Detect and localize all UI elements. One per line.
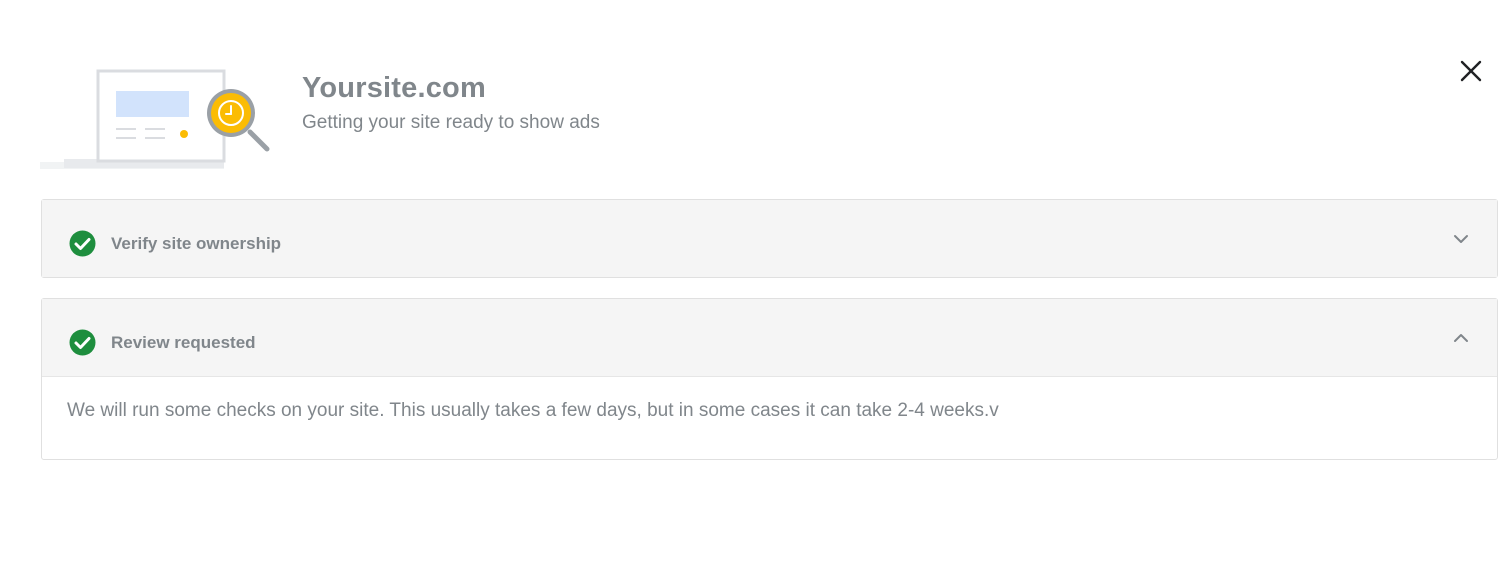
- page-title: Yoursite.com: [302, 72, 486, 104]
- step-label: Verify site ownership: [111, 234, 282, 253]
- step-label: Review requested: [111, 333, 256, 352]
- step-description: We will run some checks on your site. Th…: [67, 400, 999, 421]
- step-panel-review-requested: Review requested We will run some checks…: [41, 298, 1498, 460]
- close-icon: [1460, 60, 1482, 82]
- close-button[interactable]: [1454, 56, 1488, 90]
- chevron-up-icon[interactable]: [1450, 327, 1472, 349]
- chevron-down-icon[interactable]: [1450, 228, 1472, 250]
- site-setup-dialog: Yoursite.com Getting your site ready to …: [0, 0, 1506, 568]
- check-circle-icon: [69, 329, 96, 356]
- step-header-verify-ownership[interactable]: Verify site ownership: [42, 200, 1497, 277]
- site-review-illustration: [40, 69, 270, 169]
- step-panel-verify-ownership: Verify site ownership: [41, 199, 1498, 278]
- step-header-review-requested[interactable]: Review requested: [42, 299, 1497, 377]
- dialog-header: Yoursite.com Getting your site ready to …: [40, 66, 1460, 176]
- page-subtitle: Getting your site ready to show ads: [302, 112, 600, 133]
- check-circle-icon: [69, 230, 96, 257]
